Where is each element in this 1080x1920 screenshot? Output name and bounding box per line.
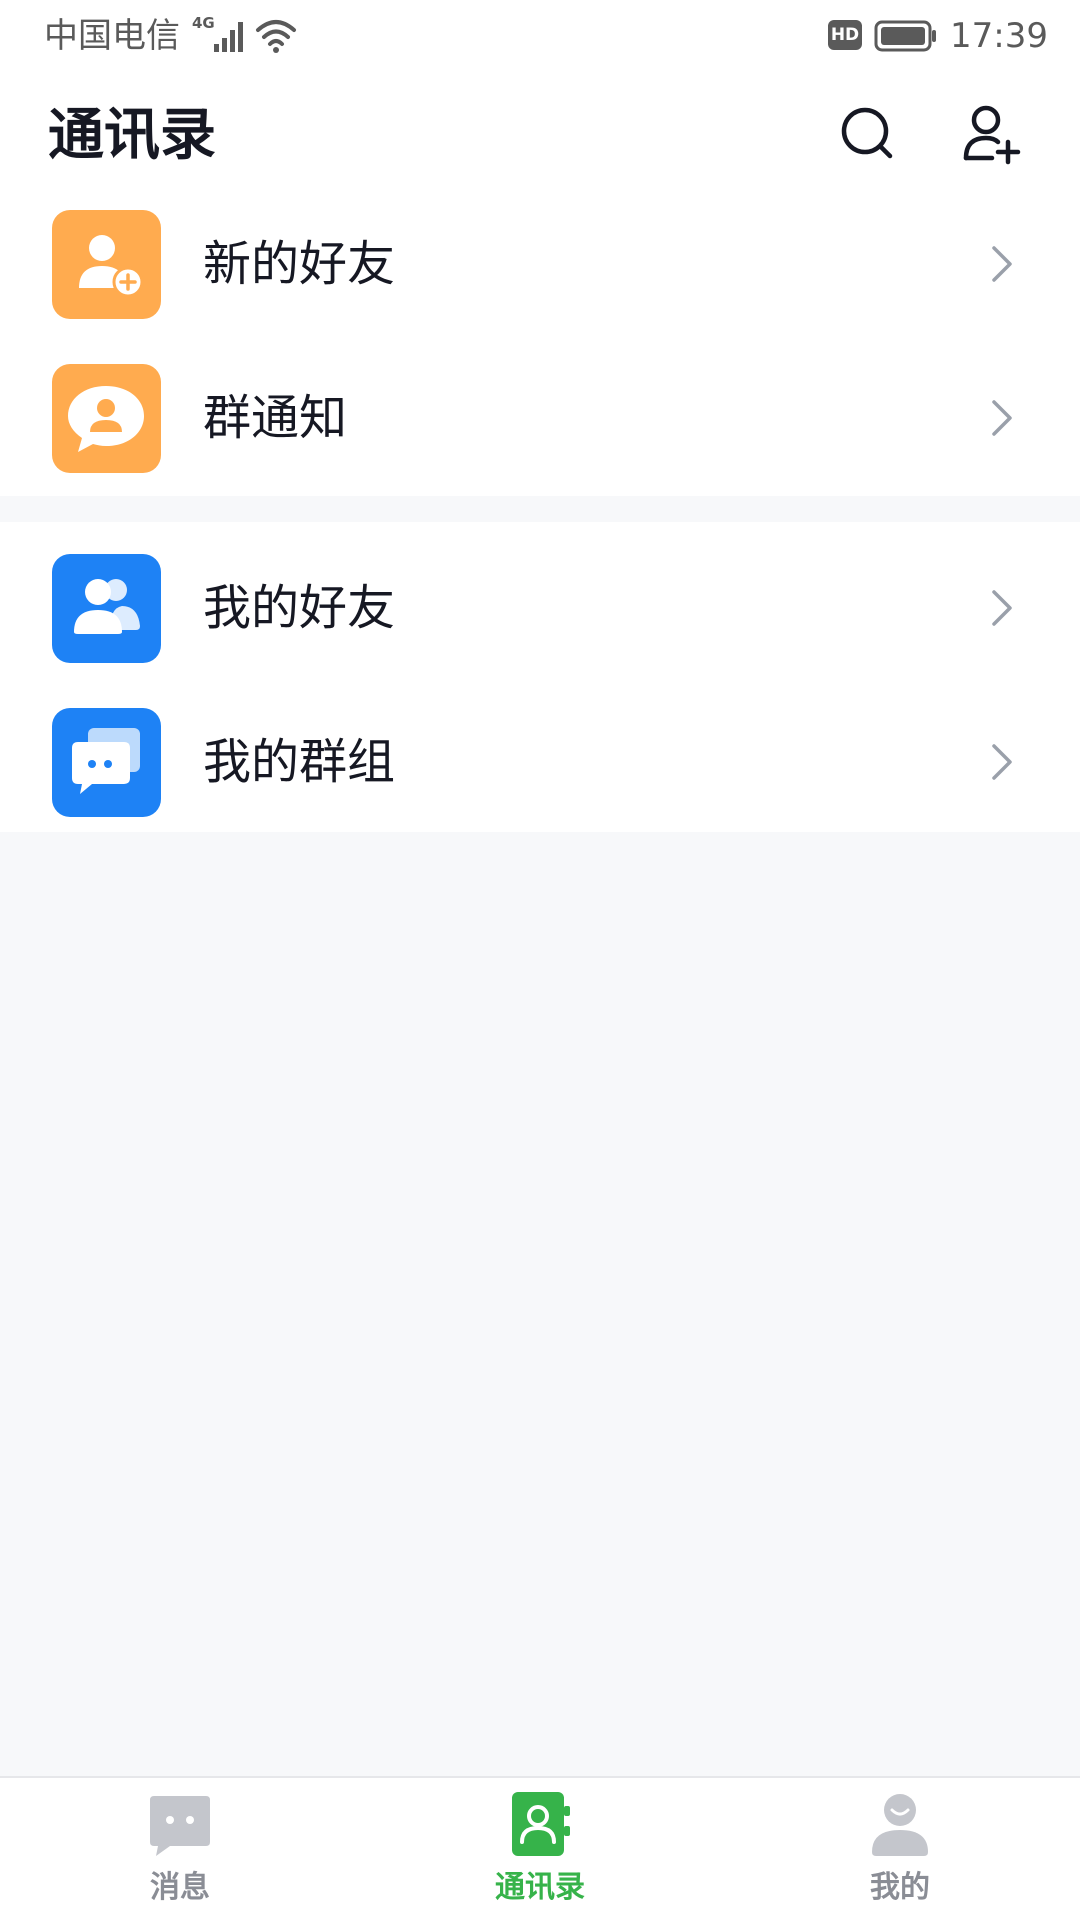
tab-label: 我的	[870, 1870, 930, 1905]
clock: 17:39	[950, 16, 1048, 56]
add-contact-button[interactable]	[960, 102, 1024, 166]
search-button[interactable]	[836, 102, 900, 166]
item-label: 我的群组	[203, 734, 396, 790]
chevron-right-icon	[992, 590, 1012, 626]
tab-label: 消息	[150, 1870, 210, 1905]
status-bar: 中国电信 4G HD 17:39	[0, 0, 1080, 72]
item-label: 我的好友	[203, 580, 396, 636]
chevron-right-icon	[992, 246, 1012, 282]
add-user-icon	[963, 105, 1021, 165]
notification-group: 新的好友 群通知	[0, 200, 1080, 496]
tab-me[interactable]: 我的	[800, 1778, 1000, 1920]
header: 通讯录	[0, 72, 1080, 200]
item-label: 群通知	[203, 390, 348, 446]
list-item-my-groups[interactable]: 我的群组	[0, 698, 1080, 852]
tab-label: 通讯录	[495, 1870, 585, 1905]
list-item-group-notices[interactable]: 群通知	[0, 354, 1080, 508]
hd-badge: HD	[828, 20, 862, 50]
list-item-new-friends[interactable]: 新的好友	[0, 200, 1080, 354]
contacts-group: 我的好友 我的群组	[0, 522, 1080, 832]
add-friend-icon	[52, 210, 161, 319]
contacts-icon	[512, 1792, 570, 1856]
contacts-screen: 中国电信 4G HD 17:39 通讯录 新的好友 群通知 我的好友 我的群组 …	[0, 0, 1080, 1920]
profile-icon	[872, 1794, 928, 1856]
chevron-right-icon	[992, 400, 1012, 436]
item-label: 新的好友	[203, 236, 396, 292]
bottom-tab-bar: 消息 通讯录 我的	[0, 1776, 1080, 1920]
message-icon	[150, 1796, 210, 1856]
tab-contacts[interactable]: 通讯录	[440, 1778, 640, 1920]
page-title: 通讯录	[48, 103, 216, 168]
group-notice-icon	[52, 364, 161, 473]
signal-icon	[214, 22, 243, 52]
list-item-my-friends[interactable]: 我的好友	[0, 544, 1080, 698]
groups-icon	[52, 708, 161, 817]
search-icon	[841, 107, 893, 159]
battery-icon	[874, 20, 936, 52]
chevron-right-icon	[992, 744, 1012, 780]
carrier-name: 中国电信	[44, 16, 180, 56]
friends-icon	[52, 554, 161, 663]
tab-messages[interactable]: 消息	[80, 1778, 280, 1920]
wifi-icon	[256, 20, 296, 53]
